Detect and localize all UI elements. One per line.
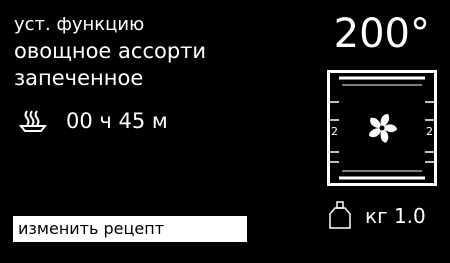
weight-icon[interactable] [328,200,352,230]
fan-icon [368,114,398,143]
cook-time[interactable]: 00 ч 45 м [66,109,168,133]
function-label: уст. функцию [14,14,145,35]
recipe-name-line2: запеченное [14,66,144,90]
dish-icon [18,110,48,132]
left-rack-level: 2 [331,125,338,138]
temperature-value[interactable]: 200° [334,11,430,57]
oven-cavity-icon [327,70,437,186]
oven-display: уст. функцию овощное ассорти запеченное … [0,0,450,263]
edit-recipe-button[interactable]: изменить рецепт [13,216,247,242]
weight-value[interactable]: кг 1.0 [365,204,426,228]
recipe-name-line1: овощное ассорти [14,39,207,63]
oven-diagram: 2 2 [327,70,437,186]
right-rack-level: 2 [426,125,433,138]
